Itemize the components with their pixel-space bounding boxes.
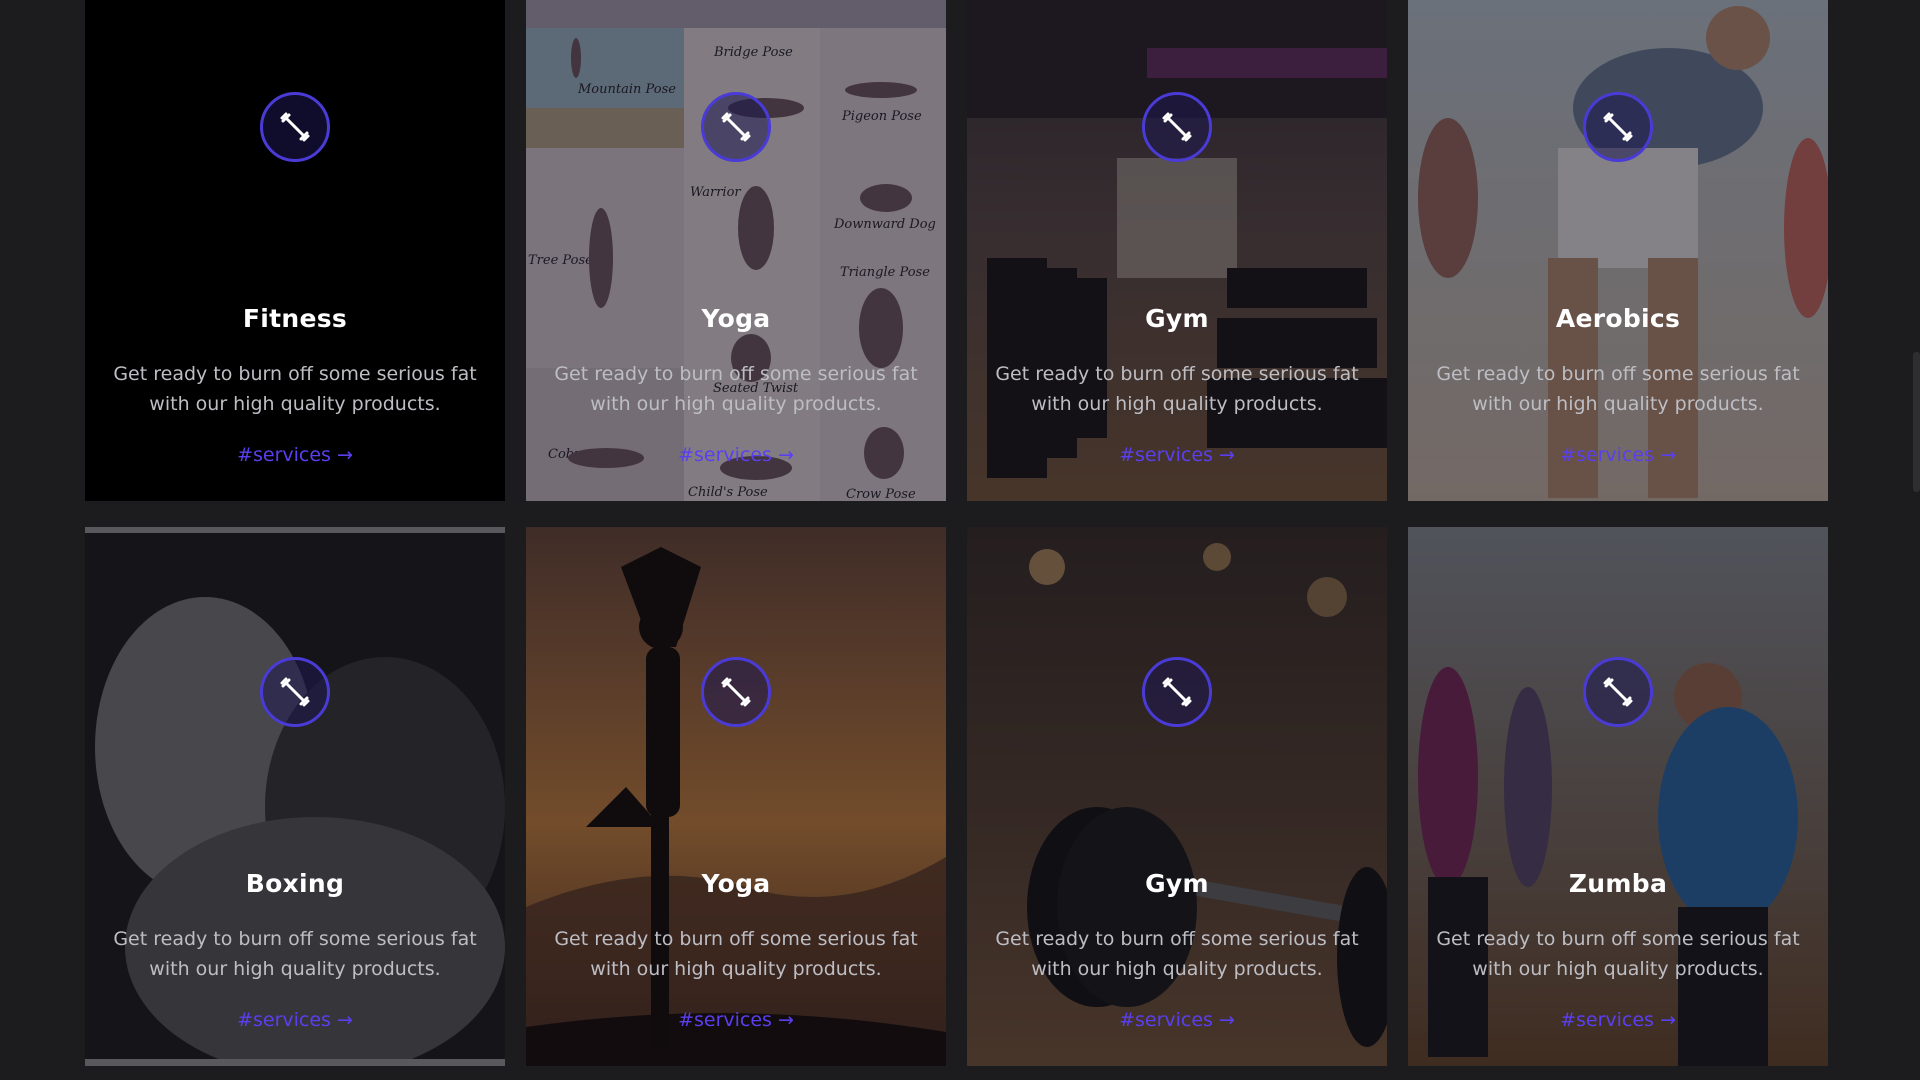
card-description: Get ready to burn off some serious fat w… xyxy=(113,363,477,415)
dumbbell-icon xyxy=(1142,92,1212,162)
card-title: Aerobics xyxy=(1555,304,1681,333)
card-description: Get ready to burn off some serious fat w… xyxy=(113,928,477,980)
card-title: Fitness xyxy=(242,304,348,333)
dumbbell-icon xyxy=(1142,657,1212,727)
dumbbell-icon xyxy=(1583,92,1653,162)
dumbbell-icon xyxy=(260,657,330,727)
card-title: Boxing xyxy=(245,869,345,898)
services-link[interactable]: #services → xyxy=(1119,444,1235,466)
card-description: Get ready to burn off some serious fat w… xyxy=(1436,363,1800,415)
services-link[interactable]: #services → xyxy=(1119,1009,1235,1031)
dumbbell-icon xyxy=(1583,657,1653,727)
service-card-fitness[interactable]: Fitness Get ready to burn off some serio… xyxy=(85,0,505,501)
card-title: Zumba xyxy=(1568,869,1668,898)
card-title: Gym xyxy=(1145,869,1209,898)
services-link[interactable]: #services → xyxy=(1560,444,1676,466)
services-grid: Fitness Get ready to burn off some serio… xyxy=(85,0,1828,1066)
card-title: Yoga xyxy=(701,869,771,898)
card-description: Get ready to burn off some serious fat w… xyxy=(995,363,1359,415)
services-link[interactable]: #services → xyxy=(678,444,794,466)
card-title: Yoga xyxy=(701,304,771,333)
service-card-zumba[interactable]: Zumba Get ready to burn off some serious… xyxy=(1408,527,1828,1066)
service-card-boxing[interactable]: Boxing Get ready to burn off some seriou… xyxy=(85,527,505,1066)
service-card-gym-2[interactable]: Gym Get ready to burn off some serious f… xyxy=(967,527,1387,1066)
dumbbell-icon xyxy=(260,92,330,162)
services-link[interactable]: #services → xyxy=(678,1009,794,1031)
card-description: Get ready to burn off some serious fat w… xyxy=(554,928,918,980)
service-card-yoga[interactable]: Mountain Pose Bridge Pose Pigeon Pose Wa… xyxy=(526,0,946,501)
services-link[interactable]: #services → xyxy=(237,1009,353,1031)
card-description: Get ready to burn off some serious fat w… xyxy=(1436,928,1800,980)
card-description: Get ready to burn off some serious fat w… xyxy=(995,928,1359,980)
service-card-gym[interactable]: Gym Get ready to burn off some serious f… xyxy=(967,0,1387,501)
card-title: Gym xyxy=(1145,304,1209,333)
services-link[interactable]: #services → xyxy=(237,444,353,466)
dumbbell-icon xyxy=(701,92,771,162)
services-link[interactable]: #services → xyxy=(1560,1009,1676,1031)
service-card-aerobics[interactable]: Aerobics Get ready to burn off some seri… xyxy=(1408,0,1828,501)
scrollbar-thumb[interactable] xyxy=(1913,352,1920,492)
dumbbell-icon xyxy=(701,657,771,727)
card-description: Get ready to burn off some serious fat w… xyxy=(554,363,918,415)
service-card-yoga-2[interactable]: Yoga Get ready to burn off some serious … xyxy=(526,527,946,1066)
